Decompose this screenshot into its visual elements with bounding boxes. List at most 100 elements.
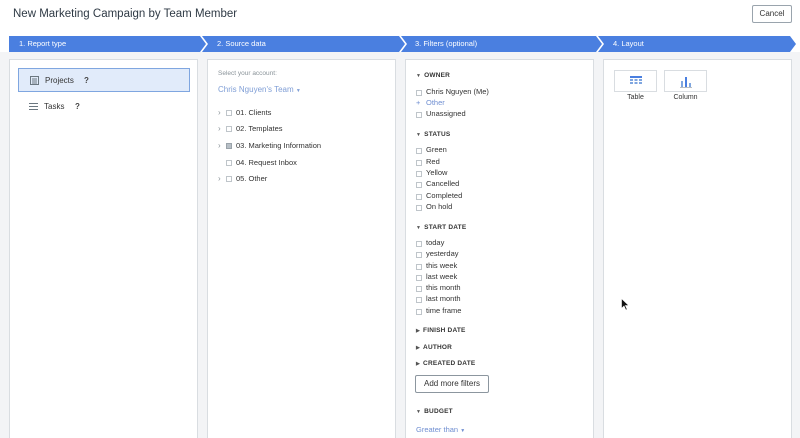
chevron-down-icon: ▼: [460, 428, 466, 434]
filter-heading: OWNER: [424, 72, 451, 79]
option-checkbox[interactable]: [416, 297, 422, 303]
folder-checkbox[interactable]: [226, 160, 232, 166]
option-label: Unassigned: [426, 109, 466, 118]
filter-heading: START DATE: [424, 224, 467, 231]
step-layout[interactable]: 4. Layout: [613, 39, 644, 48]
option-label: Chris Nguyen (Me): [426, 87, 489, 96]
report-type-label: Tasks: [44, 102, 65, 111]
option-label: today: [426, 238, 445, 247]
filter-section-created-date[interactable]: ▶ CREATED DATE: [416, 360, 475, 367]
option-checkbox[interactable]: [416, 309, 422, 315]
help-icon[interactable]: ?: [84, 76, 89, 85]
filter-section-author[interactable]: ▶ AUTHOR: [416, 344, 452, 351]
wizard-steps: 1. Report type 2. Source data 3. Filters…: [9, 36, 796, 52]
option-checkbox[interactable]: [416, 90, 422, 96]
caret-down-icon: ▼: [416, 409, 422, 415]
option-checkbox[interactable]: [416, 205, 422, 211]
option-checkbox[interactable]: [416, 252, 422, 258]
filter-section-owner[interactable]: ▼ OWNER: [416, 72, 450, 79]
report-type-label: Projects: [45, 76, 74, 85]
caret-right-icon: ▶: [416, 328, 421, 334]
option-checkbox[interactable]: [416, 160, 422, 166]
chevron-right-icon[interactable]: ›: [218, 174, 221, 183]
account-label: Select your account:: [218, 70, 277, 77]
option-label: this month: [426, 283, 461, 292]
option-label: Completed: [426, 191, 463, 200]
filter-heading: BUDGET: [424, 408, 453, 415]
table-icon: [630, 76, 642, 84]
option-checkbox[interactable]: [416, 241, 422, 247]
folder-checkbox[interactable]: [226, 126, 232, 132]
dialog-header: New Marketing Campaign by Team Member Ca…: [0, 0, 800, 32]
filters-panel: ▼ OWNER Chris Nguyen (Me) + Other Unassig…: [405, 59, 594, 438]
option-checkbox[interactable]: [416, 286, 422, 292]
option-label: Cancelled: [426, 179, 460, 188]
option-checkbox[interactable]: [416, 148, 422, 154]
caret-right-icon: ▶: [416, 345, 421, 351]
option-label: time frame: [426, 306, 462, 315]
mouse-cursor-icon: [621, 298, 630, 311]
folder-label: 05. Other: [236, 174, 268, 183]
budget-select-value: Greater than: [416, 425, 459, 434]
plus-icon: +: [416, 98, 421, 107]
chevron-right-icon[interactable]: ›: [218, 141, 221, 150]
option-label: Other: [426, 98, 445, 107]
chevron-right-icon[interactable]: ›: [218, 108, 221, 117]
column-chart-icon: [680, 77, 692, 88]
option-label: this week: [426, 261, 458, 270]
projects-icon: [30, 76, 39, 85]
report-type-panel: Projects ? Tasks ?: [9, 59, 198, 438]
option-checkbox[interactable]: [416, 264, 422, 270]
filter-section-budget[interactable]: ▼ BUDGET: [416, 408, 453, 415]
option-label: Red: [426, 157, 440, 166]
help-icon[interactable]: ?: [75, 102, 80, 111]
folder-checkbox[interactable]: [226, 110, 232, 116]
report-type-projects[interactable]: Projects ?: [18, 68, 190, 92]
folder-label: 03. Marketing Information: [236, 141, 322, 150]
folder-label: 02. Templates: [236, 124, 283, 133]
filter-section-status[interactable]: ▼ STATUS: [416, 131, 450, 138]
layout-option-label: Table: [627, 94, 644, 101]
budget-comparator-select[interactable]: Greater than ▼: [416, 425, 465, 434]
step-report-type[interactable]: 1. Report type: [19, 39, 66, 48]
layout-option-column[interactable]: [664, 70, 707, 92]
option-label: yesterday: [426, 249, 459, 258]
tasks-icon: [29, 103, 38, 110]
cancel-button[interactable]: Cancel: [752, 5, 792, 23]
layout-option-label: Column: [673, 94, 698, 101]
caret-down-icon: ▼: [416, 73, 422, 79]
caret-right-icon: ▶: [416, 361, 421, 367]
step-bar-shape: [9, 36, 796, 52]
option-checkbox[interactable]: [416, 171, 422, 177]
option-checkbox[interactable]: [416, 112, 422, 118]
step-filters[interactable]: 3. Filters (optional): [415, 39, 477, 48]
chevron-down-icon: ▼: [295, 88, 301, 94]
option-label: last month: [426, 294, 461, 303]
option-label: Green: [426, 145, 447, 154]
account-select-value: Chris Nguyen's Team: [218, 85, 294, 94]
filter-section-start-date[interactable]: ▼ START DATE: [416, 224, 466, 231]
option-checkbox[interactable]: [416, 194, 422, 200]
step-source-data[interactable]: 2. Source data: [217, 39, 266, 48]
caret-down-icon: ▼: [416, 225, 422, 231]
folder-checkbox[interactable]: [226, 143, 232, 149]
layout-panel: Table Column: [603, 59, 792, 438]
filter-heading: STATUS: [424, 131, 451, 138]
folder-label: 01. Clients: [236, 108, 272, 117]
filter-heading: FINISH DATE: [423, 327, 466, 334]
option-checkbox[interactable]: [416, 182, 422, 188]
folder-checkbox[interactable]: [226, 176, 232, 182]
option-checkbox[interactable]: [416, 275, 422, 281]
account-select[interactable]: Chris Nguyen's Team ▼: [218, 85, 301, 94]
report-type-tasks[interactable]: Tasks ?: [18, 95, 190, 119]
option-label: Yellow: [426, 168, 448, 177]
add-more-filters-button[interactable]: Add more filters: [415, 375, 489, 393]
layout-option-table[interactable]: [614, 70, 657, 92]
filter-section-finish-date[interactable]: ▶ FINISH DATE: [416, 327, 466, 334]
chevron-right-icon[interactable]: ›: [218, 124, 221, 133]
filter-heading: CREATED DATE: [423, 360, 476, 367]
caret-down-icon: ▼: [416, 132, 422, 138]
option-label: last week: [426, 272, 458, 281]
source-data-panel: Select your account: Chris Nguyen's Team…: [207, 59, 396, 438]
option-label: On hold: [426, 202, 453, 211]
